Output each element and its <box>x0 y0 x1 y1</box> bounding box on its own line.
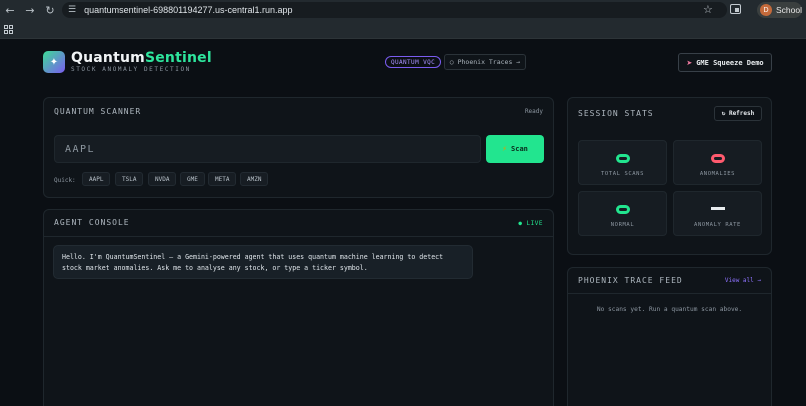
gme-squeeze-demo-button[interactable]: ➤ GME Squeeze Demo <box>678 53 772 72</box>
logo-icon: ✦ <box>43 51 65 73</box>
extensions-icon[interactable] <box>730 4 741 14</box>
quick-ticker-meta[interactable]: META <box>208 172 237 186</box>
stat-label: ANOMALY RATE <box>694 222 741 228</box>
brand-subtitle: STOCK ANOMALY DETECTION <box>71 66 191 73</box>
feed-empty-state: No scans yet. Run a quantum scan above. <box>596 306 743 313</box>
stat-normal: NORMAL <box>578 191 667 236</box>
console-divider <box>44 236 553 237</box>
brand-title: QuantumSentinel <box>71 50 212 66</box>
scanner-title: QUANTUM SCANNER <box>54 107 142 116</box>
total-scans-indicator <box>616 154 630 163</box>
stat-label: TOTAL SCANS <box>600 171 645 177</box>
quantum-scanner-panel: QUANTUM SCANNER Ready AAPL ⚡ Scan Quick:… <box>43 97 554 198</box>
bookmarks-bar <box>0 20 806 39</box>
anomalies-indicator <box>711 154 725 163</box>
site-info-icon[interactable]: ☰ <box>68 5 76 15</box>
feed-divider <box>568 293 771 294</box>
rocket-icon: ➤ <box>686 58 693 67</box>
normal-indicator <box>616 205 630 214</box>
quick-ticker-nvda[interactable]: NVDA <box>148 172 177 186</box>
vqc-badge: QUANTUM VQC <box>385 56 442 68</box>
session-stats-panel: SESSION STATS ↻ Refresh TOTAL SCANS ANOM… <box>567 97 772 255</box>
stat-label: NORMAL <box>610 222 635 228</box>
url-text: quantumsentinel-698801194277.us-central1… <box>84 5 293 15</box>
stat-anomaly-rate: ANOMALY RATE <box>673 191 762 236</box>
profile-button[interactable]: D School <box>757 2 802 18</box>
scanner-status: Ready <box>524 108 543 115</box>
phoenix-trace-feed-panel: PHOENIX TRACE FEED View all → No scans y… <box>567 267 772 406</box>
console-title: AGENT CONSOLE <box>54 218 130 227</box>
anomaly-rate-indicator <box>711 207 725 210</box>
stat-label: ANOMALIES <box>699 171 736 177</box>
apps-grid-icon[interactable] <box>4 25 13 34</box>
bolt-icon: ⚡ <box>502 145 508 153</box>
browser-toolbar: ← → ↻ ☰ quantumsentinel-698801194277.us-… <box>0 0 806 20</box>
address-bar[interactable]: ☰ quantumsentinel-698801194277.us-centra… <box>62 2 727 18</box>
live-indicator: ● LIVE <box>518 220 543 227</box>
reload-icon[interactable]: ↻ <box>40 0 60 20</box>
avatar: D <box>760 4 772 16</box>
gme-button-label: GME Squeeze Demo <box>696 58 764 67</box>
agent-console-panel: AGENT CONSOLE ● LIVE Hello. I'm QuantumS… <box>43 209 554 406</box>
quick-ticker-aapl[interactable]: AAPL <box>82 172 111 186</box>
stats-title: SESSION STATS <box>578 109 654 118</box>
profile-name: School <box>776 5 802 15</box>
ticker-input[interactable]: AAPL <box>54 135 481 163</box>
feed-title: PHOENIX TRACE FEED <box>578 276 683 285</box>
quick-ticker-gme[interactable]: GME <box>180 172 205 186</box>
quick-label: Quick: <box>54 177 76 184</box>
forward-arrow-icon[interactable]: → <box>20 0 40 20</box>
stat-anomalies: ANOMALIES <box>673 140 762 185</box>
bookmark-star-icon[interactable]: ☆ <box>703 3 713 16</box>
quick-ticker-tsla[interactable]: TSLA <box>115 172 144 186</box>
refresh-button[interactable]: ↻ Refresh <box>714 106 762 121</box>
phoenix-traces-button[interactable]: ○ Phoenix Traces → <box>444 54 526 70</box>
agent-message: Hello. I'm QuantumSentinel — a Gemini-po… <box>53 245 473 279</box>
quick-ticker-amzn[interactable]: AMZN <box>240 172 269 186</box>
scan-button-label: Scan <box>511 145 528 153</box>
stat-total-scans: TOTAL SCANS <box>578 140 667 185</box>
back-arrow-icon[interactable]: ← <box>0 0 20 20</box>
view-all-link[interactable]: View all → <box>725 277 761 284</box>
scan-button[interactable]: ⚡ Scan <box>486 135 544 163</box>
